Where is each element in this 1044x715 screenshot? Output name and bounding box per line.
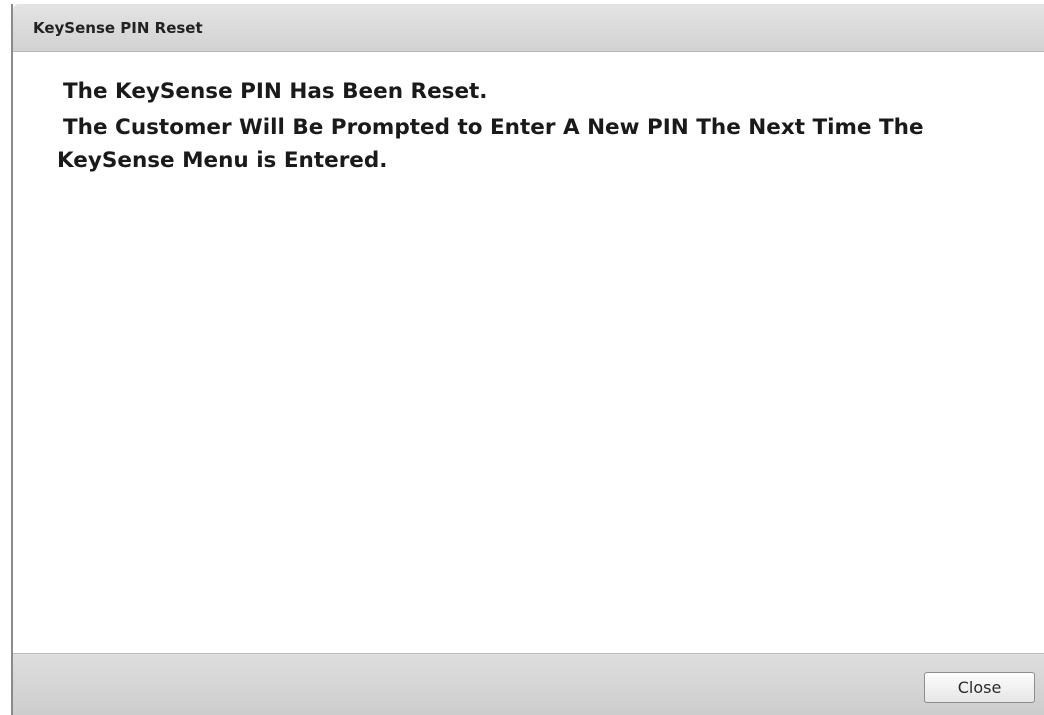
dialog-content: The KeySense PIN Has Been Reset. The Cus… xyxy=(13,52,1044,653)
message-line-2: The Customer Will Be Prompted to Enter A… xyxy=(63,115,924,140)
dialog-title: KeySense PIN Reset xyxy=(33,19,203,37)
close-button[interactable]: Close xyxy=(924,672,1035,703)
dialog-footer: Close xyxy=(13,653,1044,715)
pin-reset-dialog: KeySense PIN Reset The KeySense PIN Has … xyxy=(11,4,1044,715)
message-line-1: The KeySense PIN Has Been Reset. xyxy=(63,79,488,104)
dialog-titlebar[interactable]: KeySense PIN Reset xyxy=(13,4,1044,52)
message-line-3: KeySense Menu is Entered. xyxy=(57,148,388,173)
